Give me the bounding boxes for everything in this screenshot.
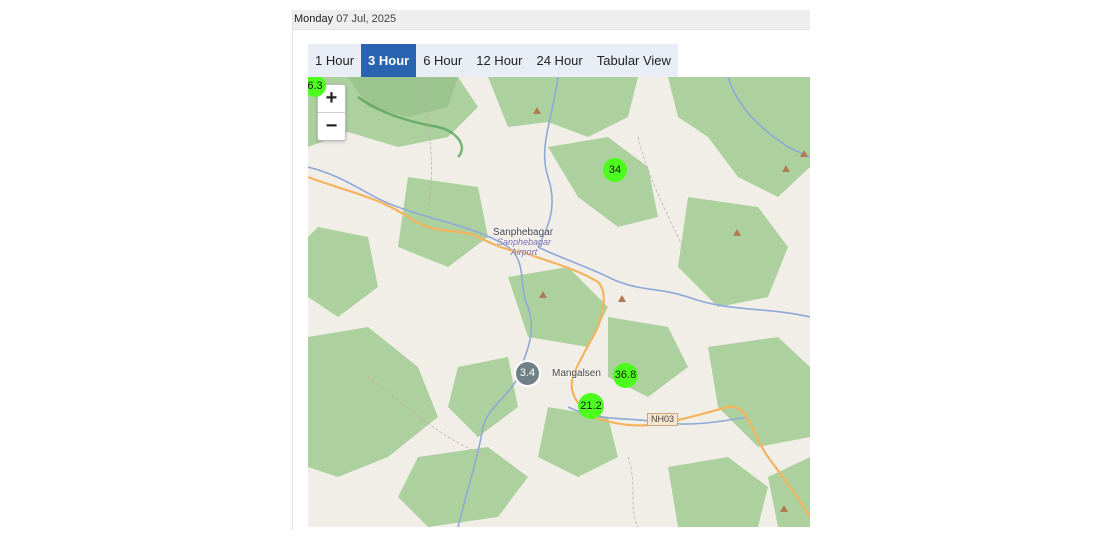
date-day: Monday <box>294 13 334 25</box>
tab-6-hour[interactable]: 6 Hour <box>416 44 469 77</box>
station-marker[interactable]: 34 <box>603 158 627 182</box>
station-marker[interactable]: 3.4 <box>514 360 541 387</box>
date-value: 07 Jul, 2025 <box>336 13 397 25</box>
station-marker[interactable]: 36.8 <box>613 363 638 388</box>
map-base-layer <box>308 77 810 527</box>
rainfall-panel: Monday 07 Jul, 2025 1 Hour 3 Hour 6 Hour… <box>292 10 810 530</box>
tab-24-hour[interactable]: 24 Hour <box>529 44 589 77</box>
tab-12-hour[interactable]: 12 Hour <box>469 44 529 77</box>
tab-3-hour[interactable]: 3 Hour <box>361 44 417 77</box>
highway-shield-nh03: NH03 <box>647 413 679 426</box>
date-bar: Monday 07 Jul, 2025 <box>293 10 810 30</box>
map-view[interactable]: + − Sanphebagar Sanphebagar Airport Mang… <box>308 77 810 527</box>
airport-label: Sanphebagar Airport <box>496 237 552 257</box>
zoom-out-button[interactable]: − <box>318 112 345 140</box>
time-range-tabs: 1 Hour 3 Hour 6 Hour 12 Hour 24 Hour Tab… <box>308 44 678 77</box>
tab-1-hour[interactable]: 1 Hour <box>308 44 361 77</box>
tab-tabular-view[interactable]: Tabular View <box>590 44 678 77</box>
place-label-mangalsen: Mangalsen <box>552 368 601 379</box>
station-marker[interactable]: 21.2 <box>578 393 604 419</box>
